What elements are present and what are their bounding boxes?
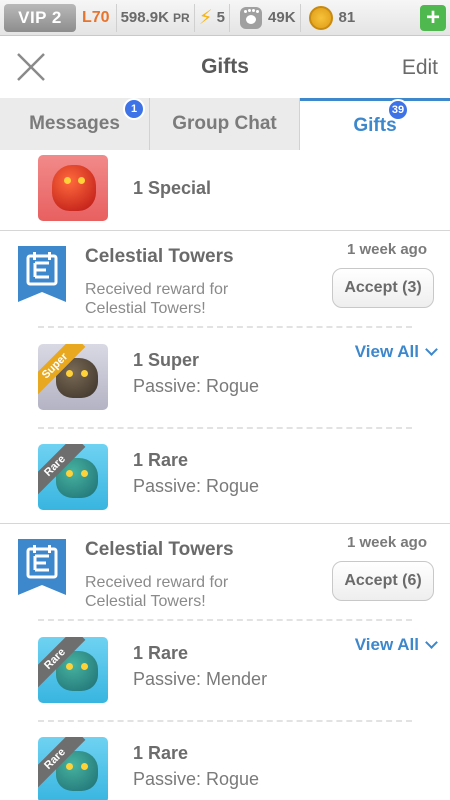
edit-button[interactable]: Edit: [402, 56, 438, 80]
tab-messages[interactable]: Messages 1: [0, 98, 150, 150]
gift-item-passive: Passive: Rogue: [133, 476, 260, 496]
coin-icon: [308, 5, 333, 30]
energy-value: 5: [216, 9, 226, 26]
view-all-link[interactable]: View All: [354, 342, 438, 362]
gift-sender: Celestial Towers: [85, 539, 234, 560]
divider: [0, 523, 450, 524]
tab-bar: Messages 1 Group Chat Gifts 39: [0, 98, 450, 150]
divider: [38, 720, 412, 722]
power-rating: 598.9K PR: [117, 3, 195, 32]
tab-label: Group Chat: [172, 113, 277, 134]
coin-counter[interactable]: 81: [301, 4, 360, 32]
pets-value: 49K: [268, 9, 296, 26]
view-all-label: View All: [354, 635, 419, 654]
tab-gifts[interactable]: Gifts 39: [300, 98, 450, 150]
gift-timestamp: 1 week ago: [346, 534, 427, 551]
divider: [38, 427, 412, 429]
gift-item-title: 1 Rare: [133, 450, 189, 470]
power-value: 598.9K: [120, 9, 169, 26]
calendar-ribbon-icon: [18, 539, 66, 595]
view-all-label: View All: [354, 342, 419, 361]
power-suffix: PR: [172, 10, 190, 25]
gift-timestamp: 1 week ago: [346, 241, 427, 258]
tab-label: Messages: [29, 113, 120, 134]
accept-button[interactable]: Accept (3): [332, 268, 434, 308]
view-all-link[interactable]: View All: [354, 635, 438, 655]
gift-item-image: [38, 155, 108, 221]
gift-item-passive: Passive: Mender: [133, 669, 268, 689]
nav-header: Gifts Edit: [0, 36, 450, 98]
gift-item-image: Super: [38, 344, 108, 410]
add-currency-button[interactable]: +: [420, 5, 446, 31]
gift-item-image: Rare: [38, 737, 108, 800]
pet-counter[interactable]: 49K: [230, 3, 301, 32]
gift-list[interactable]: 1 Special Celestial Towers Received rewa…: [0, 150, 450, 800]
monster-icon: [52, 165, 96, 211]
calendar-ribbon-icon: [18, 246, 66, 302]
gift-item-title: 1 Rare: [133, 743, 189, 763]
paw-icon: [240, 6, 263, 29]
gift-item-image: Rare: [38, 637, 108, 703]
gift-item-title: 1 Rare: [133, 643, 189, 663]
coins-value: 81: [338, 9, 356, 26]
gift-description: Received reward for Celestial Towers!: [85, 281, 229, 317]
gift-item-title: 1 Special: [133, 178, 212, 198]
page-title: Gifts: [201, 55, 249, 78]
divider: [38, 619, 412, 621]
player-level: L70: [76, 3, 117, 32]
accept-button[interactable]: Accept (6): [332, 561, 434, 601]
unread-badge: 39: [387, 99, 409, 121]
lightning-icon: ⚡: [198, 7, 213, 29]
gift-item-passive: Passive: Rogue: [133, 376, 260, 396]
gift-item-image: Rare: [38, 444, 108, 510]
gift-item-title: 1 Super: [133, 350, 200, 370]
vip-badge[interactable]: VIP 2: [4, 3, 76, 32]
resource-bar: VIP 2 L70 598.9K PR ⚡ 5 49K 81 +: [0, 0, 450, 36]
tab-group-chat[interactable]: Group Chat: [150, 98, 300, 150]
unread-badge: 1: [123, 98, 145, 120]
chevron-down-icon: [425, 343, 438, 356]
gift-description: Received reward for Celestial Towers!: [85, 574, 229, 610]
gift-sender: Celestial Towers: [85, 246, 234, 267]
energy-counter[interactable]: ⚡ 5: [195, 3, 231, 32]
gift-item-passive: Passive: Rogue: [133, 769, 260, 789]
divider: [0, 230, 450, 231]
divider: [38, 326, 412, 328]
chevron-down-icon: [425, 636, 438, 649]
